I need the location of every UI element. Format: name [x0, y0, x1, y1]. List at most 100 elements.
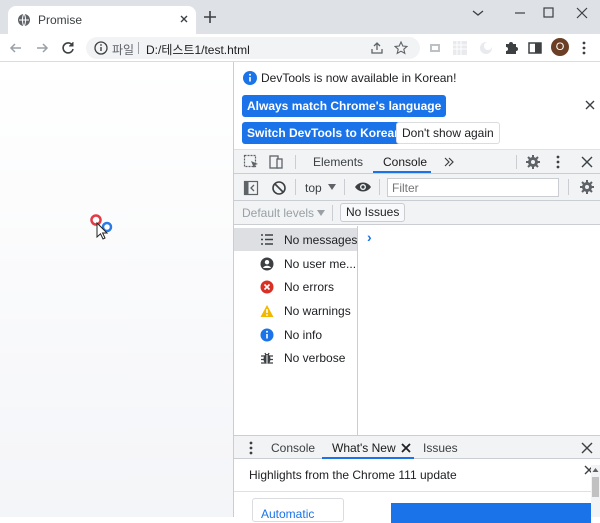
drawer-tabs: Console What's New Issues: [234, 435, 600, 459]
drawer-divider: [234, 491, 592, 492]
tab-elements[interactable]: Elements: [313, 155, 363, 169]
drawer-tab-close-icon[interactable]: [401, 443, 411, 453]
reload-icon[interactable]: [60, 40, 76, 56]
toolbar-divider: [379, 179, 380, 195]
profile-avatar[interactable]: O: [551, 38, 569, 56]
url-text: D:/테스트1/test.html: [146, 43, 250, 57]
console-sidebar: No messages No user me... No errors No w…: [234, 226, 358, 435]
info-icon: [260, 328, 274, 342]
active-tab-indicator: [373, 171, 431, 173]
toolbar-divider: [344, 179, 345, 195]
log-levels-dropdown[interactable]: Default levels: [242, 206, 314, 220]
devtools-menu-icon[interactable]: [554, 154, 562, 170]
info-icon: [243, 71, 257, 85]
sidebar-item-label: No verbose: [284, 351, 346, 365]
warning-icon: [260, 304, 274, 318]
toolbar-divider: [295, 179, 296, 195]
omnibox-divider: [138, 42, 139, 54]
drawer-close-icon[interactable]: [581, 442, 593, 454]
sidebar-item-label: No messages: [284, 233, 358, 247]
address-bar[interactable]: 파일 D:/테스트1/test.html: [86, 37, 420, 59]
devtools-panel: DevTools is now available in Korean! Alw…: [233, 62, 600, 523]
extension-moon-icon[interactable]: [478, 40, 494, 56]
dont-show-again-button[interactable]: Don't show again: [396, 122, 500, 144]
sidebar-item-warnings[interactable]: No warnings: [234, 299, 357, 322]
sidebar-item-label: No user me...: [284, 257, 357, 271]
new-tab-icon[interactable]: [204, 11, 216, 23]
side-panel-icon[interactable]: [527, 40, 543, 56]
show-sidebar-icon[interactable]: [243, 180, 259, 196]
always-match-language-button[interactable]: Always match Chrome's language: [242, 95, 447, 117]
bug-icon: [260, 351, 274, 365]
console-toolbar: top: [234, 174, 600, 201]
drawer-menu-icon[interactable]: [248, 440, 254, 456]
back-icon[interactable]: [8, 40, 24, 56]
sidebar-item-label: No info: [284, 328, 323, 342]
context-dropdown-icon[interactable]: [328, 184, 336, 190]
whats-new-card[interactable]: Automatic: [252, 498, 344, 522]
whats-new-panel: Highlights from the Chrome 111 update Au…: [234, 459, 600, 523]
sidebar-item-info[interactable]: No info: [234, 323, 357, 346]
whats-new-card-text: Automatic: [261, 507, 315, 521]
forward-icon[interactable]: [34, 40, 50, 56]
browser-menu-icon[interactable]: [580, 40, 588, 56]
switch-to-korean-button[interactable]: Switch DevTools to Korean: [242, 122, 407, 144]
tab-close-icon[interactable]: [178, 13, 190, 25]
bookmark-star-icon[interactable]: [394, 41, 408, 55]
devtools-main-tabs: Elements Console: [234, 150, 600, 174]
drawer-scrollbar[interactable]: [591, 465, 600, 517]
minimize-icon[interactable]: [508, 5, 532, 21]
more-tabs-chevron-icon[interactable]: [443, 156, 455, 168]
tab-strip: Promise: [0, 0, 600, 34]
extensions-puzzle-icon[interactable]: [503, 40, 519, 56]
console-settings-gear-icon[interactable]: [579, 179, 595, 195]
list-icon: [260, 233, 274, 246]
notice-text: DevTools is now available in Korean!: [261, 71, 457, 85]
tab-console[interactable]: Console: [383, 155, 427, 169]
language-notice: DevTools is now available in Korean! Alw…: [234, 62, 600, 150]
drawer-tab-whats-new[interactable]: What's New: [332, 441, 396, 455]
tab-title: Promise: [38, 13, 83, 27]
toolbar-divider: [568, 179, 569, 195]
drawer-tab-console[interactable]: Console: [271, 441, 315, 455]
maximize-icon[interactable]: [536, 5, 560, 21]
whats-new-heading: Highlights from the Chrome 111 update: [249, 468, 457, 482]
browser-tab[interactable]: Promise: [8, 6, 196, 34]
share-icon[interactable]: [370, 41, 384, 55]
inspect-element-icon[interactable]: [243, 154, 259, 170]
url-scheme-label: 파일: [112, 43, 135, 57]
device-toolbar-icon[interactable]: [268, 154, 284, 170]
tab-divider: [516, 155, 517, 169]
close-window-icon[interactable]: [570, 5, 594, 21]
info-circle-icon[interactable]: [94, 41, 108, 55]
filter-input[interactable]: [387, 178, 559, 197]
sidebar-item-errors[interactable]: No errors: [234, 275, 357, 298]
sidebar-item-label: No warnings: [284, 304, 351, 318]
notice-close-icon[interactable]: [585, 100, 595, 110]
tab-search-chevron-icon[interactable]: [466, 5, 490, 21]
console-prompt[interactable]: ›: [367, 229, 372, 245]
clear-console-icon[interactable]: [271, 180, 287, 196]
sidebar-item-messages[interactable]: No messages: [234, 228, 357, 251]
live-expression-eye-icon[interactable]: [354, 181, 372, 193]
page-viewport[interactable]: [0, 62, 233, 517]
extension-media-icon[interactable]: [428, 41, 442, 55]
error-icon: [260, 280, 274, 294]
user-icon: [260, 257, 274, 271]
tab-divider: [295, 155, 296, 169]
drawer-tab-issues[interactable]: Issues: [423, 441, 458, 455]
context-selector[interactable]: top: [305, 181, 322, 195]
sidebar-item-label: No errors: [284, 280, 335, 294]
mouse-cursor-icon: [90, 214, 116, 244]
issues-button[interactable]: No Issues: [340, 203, 406, 222]
log-levels-dropdown-icon[interactable]: [317, 210, 325, 216]
extension-grid-icon[interactable]: [452, 40, 468, 56]
sidebar-item-verbose[interactable]: No verbose: [234, 346, 357, 369]
toolbar-divider: [332, 205, 333, 221]
console-levels-bar: Default levels No Issues: [234, 201, 600, 225]
sidebar-item-user-messages[interactable]: No user me...: [234, 252, 357, 275]
devtools-close-icon[interactable]: [581, 156, 593, 168]
settings-gear-icon[interactable]: [525, 154, 541, 170]
scrollbar-thumb[interactable]: [592, 477, 599, 497]
globe-icon: [17, 13, 31, 27]
